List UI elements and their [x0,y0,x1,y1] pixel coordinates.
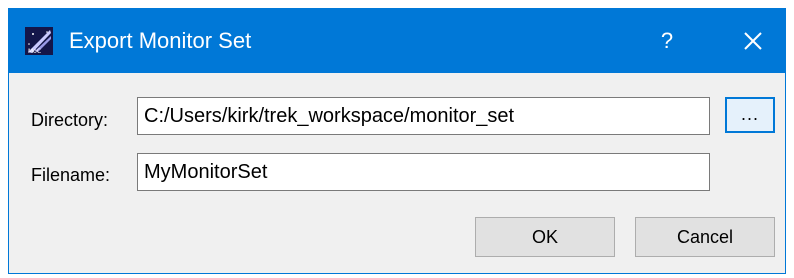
filename-label: Filename: [31,165,111,185]
directory-label: Directory: [31,110,109,130]
help-button[interactable]: ? [649,19,685,63]
filename-field[interactable]: MyMonitorSet [137,153,710,191]
svg-text:MoC: MoC [28,48,41,55]
title-bar[interactable]: MoC Export Monitor Set ? [9,9,785,73]
directory-field[interactable]: C:/Users/kirk/trek_workspace/monitor_set [137,97,710,135]
cancel-button[interactable]: Cancel [635,217,775,257]
window-title: Export Monitor Set [69,28,252,53]
export-monitor-set-dialog: MoC Export Monitor Set ? Directory: C:/U… [8,8,786,274]
browse-button[interactable]: ... [725,97,775,133]
app-icon: MoC [25,27,53,55]
ok-button[interactable]: OK [475,217,615,257]
close-icon [744,32,762,50]
close-button[interactable] [731,19,775,63]
